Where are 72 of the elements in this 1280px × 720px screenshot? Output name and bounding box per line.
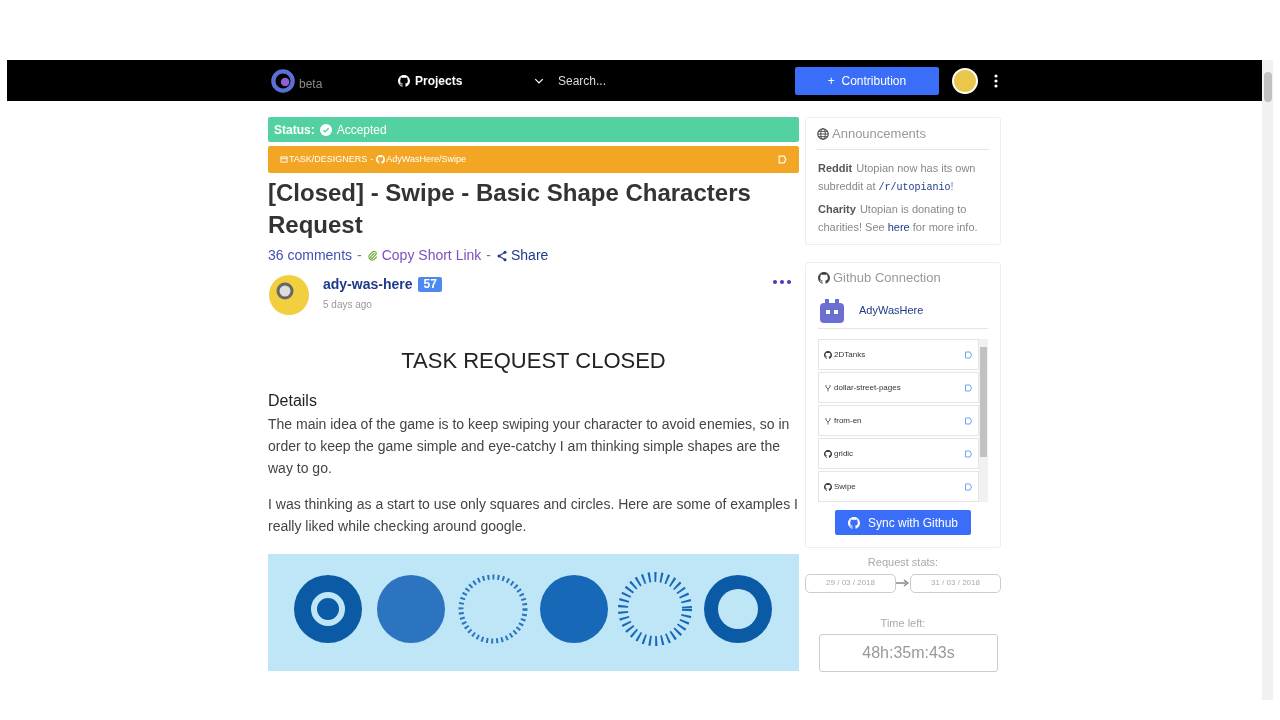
github-icon xyxy=(818,272,830,284)
github-user-link[interactable]: AdyWasHere xyxy=(859,302,924,319)
body-subheading: Details xyxy=(268,391,318,411)
comments-link[interactable]: 36 comments xyxy=(268,245,353,266)
fork-icon xyxy=(824,416,832,425)
card-title: Github Connection xyxy=(833,269,941,288)
copy-link[interactable]: Copy Short Link xyxy=(366,245,482,266)
separator-text: - xyxy=(357,246,362,265)
stats-label: Request stats: xyxy=(866,555,940,570)
reputation-badge: 57 xyxy=(418,277,442,292)
projects-dropdown[interactable]: Projects xyxy=(398,71,534,90)
flag-icon xyxy=(964,350,973,359)
flag-icon xyxy=(964,449,973,458)
github-icon xyxy=(847,516,860,529)
sync-github-button[interactable]: Sync with Github xyxy=(835,510,971,535)
robot-avatar-icon xyxy=(818,296,846,325)
repo-item[interactable]: dollar-street-pages xyxy=(818,372,979,403)
check-circle-icon xyxy=(319,123,332,136)
logo-icon xyxy=(268,67,298,94)
search-field[interactable]: Search... xyxy=(558,71,778,90)
countdown-field: 48h:35m:43s xyxy=(819,634,998,672)
repo-item[interactable]: gridic xyxy=(818,438,979,469)
share-link[interactable]: Share xyxy=(496,245,549,266)
card-icon xyxy=(280,156,288,163)
separator-text: - xyxy=(486,246,491,265)
fork-icon xyxy=(824,383,832,392)
announcement-text: Reddit Utopian now has its own subreddit at /r/utopianio! xyxy=(818,161,977,195)
time-left-label: Time left: xyxy=(879,615,927,631)
separator-text: - xyxy=(370,152,374,166)
flag-icon xyxy=(964,383,973,392)
announcement-text: Charity Utopian is donating to charities! See here for more info. xyxy=(818,202,979,235)
card-title: Announcements xyxy=(832,124,926,143)
github-icon xyxy=(376,155,386,164)
share-icon xyxy=(496,249,508,262)
repo-name: dollar-street-pages xyxy=(834,381,902,394)
right-arrow-icon xyxy=(896,579,910,587)
flag-icon xyxy=(964,482,973,491)
contribution-button[interactable]: + Contribution xyxy=(795,66,939,95)
paperclip-icon xyxy=(366,249,379,262)
body-paragraph: The main idea of the game is to keep swiping your character to avoid enemies, so in order to keep the game simple and eye-catchy I am thinking simple shapes are the way to go. xyxy=(268,415,791,478)
body-heading: TASK REQUEST CLOSED xyxy=(400,347,667,375)
repo-name: 2DTanks xyxy=(834,348,867,361)
github-icon xyxy=(824,482,832,491)
list-scrollbar[interactable] xyxy=(979,339,988,502)
repo-item[interactable]: 2DTanks xyxy=(818,339,979,370)
post-time: 5 days ago xyxy=(323,298,373,312)
github-icon xyxy=(398,74,410,87)
repo-item[interactable]: Swipe xyxy=(818,471,979,502)
more-icon xyxy=(773,280,791,284)
globe-icon xyxy=(817,127,829,140)
subreddit-link[interactable]: /r/utopianio xyxy=(878,182,951,193)
flag-icon xyxy=(778,155,787,164)
status-label: Status: xyxy=(274,121,315,139)
repo-item[interactable]: from-en xyxy=(818,405,979,436)
more-icon xyxy=(994,73,998,88)
repo-name: from-en xyxy=(834,414,863,427)
end-date-field: 31 / 03 / 2018 xyxy=(909,573,1001,593)
avatar[interactable] xyxy=(952,67,978,94)
avatar-icon xyxy=(268,274,310,316)
flag-icon xyxy=(964,416,973,425)
repo-name: Swipe xyxy=(834,480,857,493)
logo-text: beta xyxy=(299,75,323,93)
status-value: Accepted xyxy=(336,121,387,139)
body-paragraph: I was thinking as a start to use only squares and circles. Here are some of examples I really liked while checking around google. xyxy=(268,495,799,536)
github-icon xyxy=(824,449,832,458)
scrollbar[interactable] xyxy=(1262,60,1273,700)
post-title: [Closed] - Swipe - Basic Shape Characters Request xyxy=(268,178,752,240)
repo-name: gridic xyxy=(834,447,855,460)
here-link[interactable]: here xyxy=(887,221,910,233)
start-date-field: 29 / 03 / 2018 xyxy=(805,573,897,593)
github-icon xyxy=(824,350,832,359)
author-link[interactable]: ady-was-here xyxy=(323,274,413,295)
